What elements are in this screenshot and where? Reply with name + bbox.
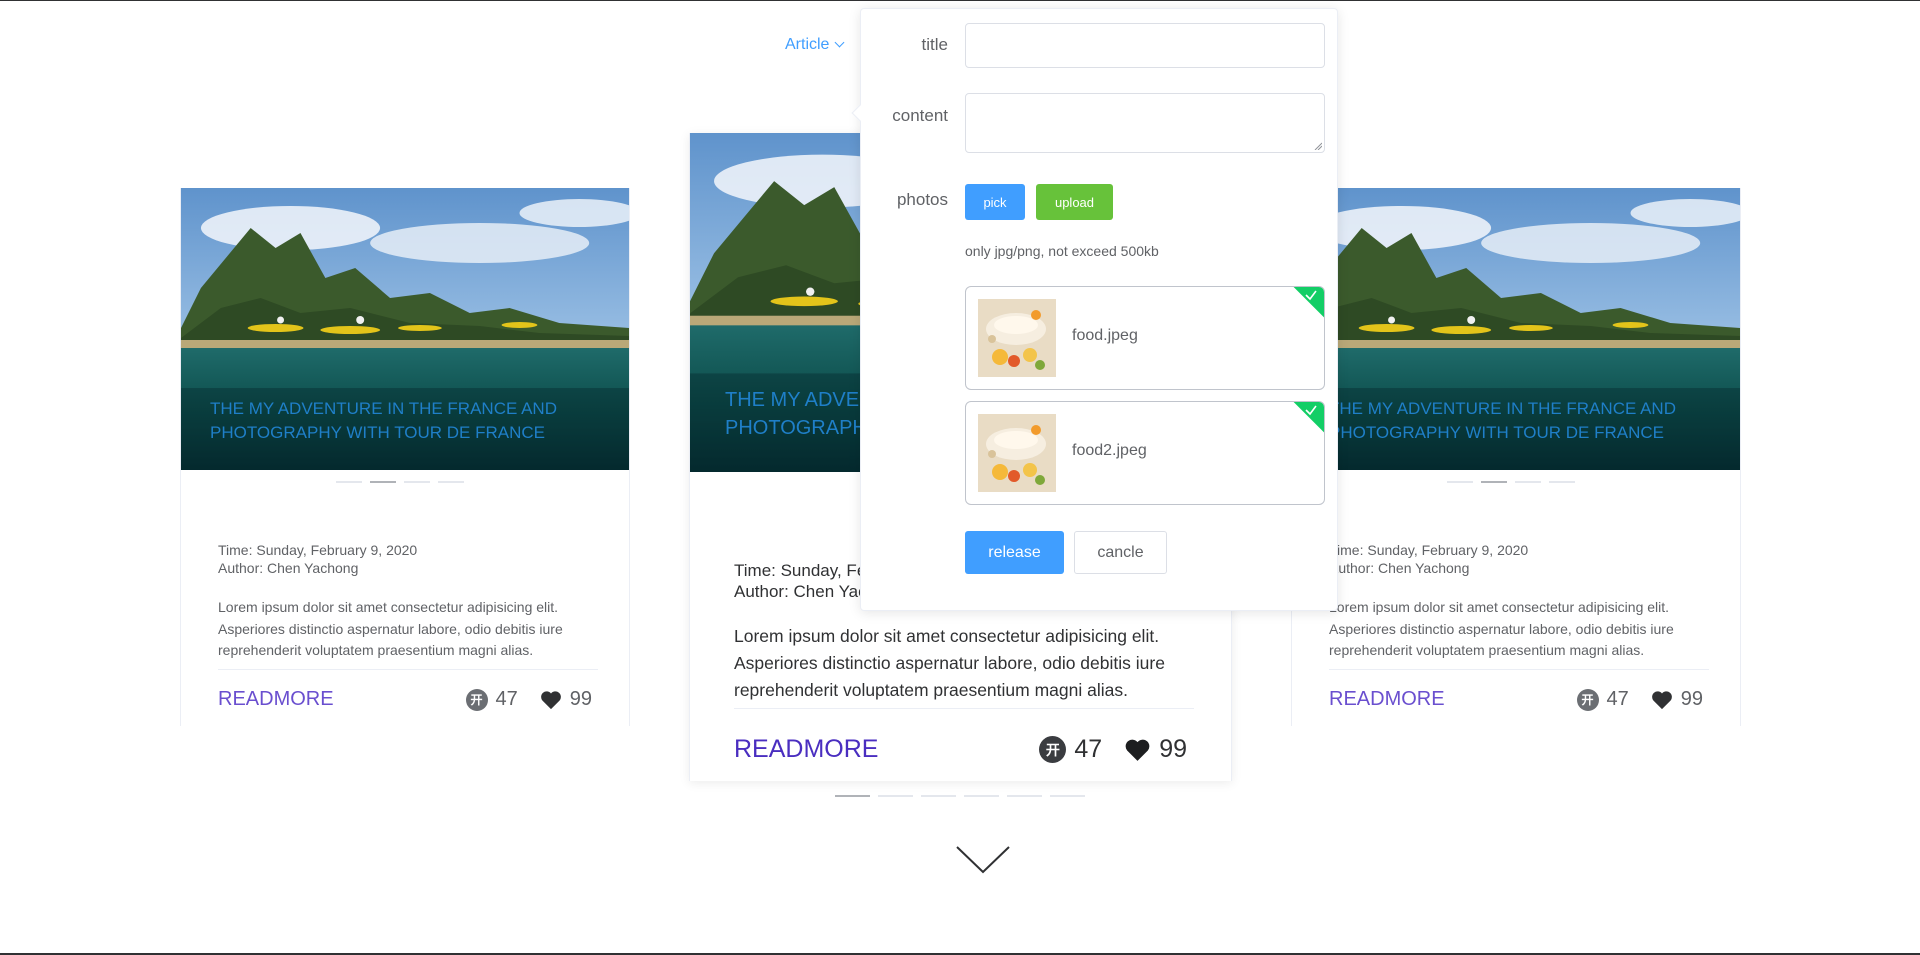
- resize-grip-icon[interactable]: [1314, 142, 1322, 150]
- file-name: food.jpeg: [1072, 327, 1138, 344]
- card-time: Time: Sunday, February 9, 2020: [1329, 542, 1529, 558]
- card-description: Lorem ipsum dolor sit amet consectetur a…: [218, 597, 598, 671]
- article-menu[interactable]: Article: [785, 36, 845, 54]
- top-border: [0, 0, 1920, 1]
- card-meta: Time: Sunday, February 9, 2020 Author: C…: [218, 542, 417, 577]
- indicator[interactable]: [438, 481, 464, 483]
- carousel-pagination[interactable]: [835, 795, 1085, 797]
- coin-stat[interactable]: 开 47: [1576, 688, 1629, 711]
- page-indicator[interactable]: [878, 795, 913, 797]
- carousel-indicators[interactable]: [336, 481, 464, 483]
- upload-button[interactable]: upload: [1036, 184, 1113, 220]
- popover-arrow: [851, 104, 869, 122]
- chevron-down-icon: [835, 37, 845, 48]
- coin-icon: 开: [465, 688, 488, 711]
- card-stats: 开 47 99: [1576, 688, 1703, 711]
- indicator[interactable]: [336, 481, 362, 483]
- coin-icon: 开: [1039, 736, 1067, 763]
- card-description: Lorem ipsum dolor sit amet consectetur a…: [734, 623, 1194, 710]
- release-button[interactable]: release: [965, 531, 1064, 574]
- upload-file-item[interactable]: food.jpeg: [965, 286, 1325, 390]
- card-stats: 开 47 99: [1039, 735, 1187, 764]
- card-author: Author: Chen Yachong: [1329, 559, 1470, 576]
- coin-count: 47: [1074, 735, 1103, 763]
- like-stat[interactable]: 99: [1124, 735, 1187, 764]
- indicator[interactable]: [404, 481, 430, 483]
- release-article-popover: title content photos pick upload only jp…: [851, 8, 1338, 611]
- coin-stat[interactable]: 开 47: [465, 688, 518, 711]
- carousel-indicators[interactable]: [1447, 481, 1575, 483]
- photos-label: photos: [896, 190, 948, 209]
- file-name: food2.jpeg: [1072, 442, 1147, 459]
- article-menu-label: Article: [785, 36, 830, 53]
- page-indicator[interactable]: [1050, 795, 1085, 797]
- like-count: 99: [569, 688, 592, 710]
- pick-button[interactable]: pick: [965, 184, 1025, 220]
- page-indicator-active[interactable]: [835, 795, 870, 797]
- card-meta: Time: Sunday, February 9, 2020 Author: C…: [1329, 542, 1528, 577]
- heart-icon: [540, 690, 561, 709]
- card-time: Time: Sunday, February 9, 2020: [218, 542, 418, 558]
- card-description: Lorem ipsum dolor sit amet consectetur a…: [1329, 597, 1709, 671]
- page-indicator[interactable]: [921, 795, 956, 797]
- page-indicator[interactable]: [1007, 795, 1042, 797]
- indicator-active[interactable]: [370, 481, 396, 483]
- check-icon: [1305, 290, 1317, 301]
- coin-count: 47: [1606, 688, 1629, 710]
- heart-icon: [1125, 739, 1150, 761]
- like-stat[interactable]: 99: [1651, 688, 1703, 711]
- coin-stat[interactable]: 开 47: [1039, 735, 1102, 764]
- readmore-link[interactable]: READMORE: [734, 735, 878, 764]
- readmore-link[interactable]: READMORE: [218, 688, 334, 711]
- heart-icon: [1651, 690, 1672, 709]
- content-label: content: [892, 106, 948, 125]
- article-card-right: THE MY ADVENTURE IN THE FRANCE AND PHOTO…: [1291, 188, 1741, 726]
- content-textarea[interactable]: [965, 93, 1325, 153]
- title-input[interactable]: [965, 23, 1325, 68]
- indicator[interactable]: [1447, 481, 1473, 483]
- upload-hint: only jpg/png, not exceed 500kb: [965, 243, 1159, 259]
- coin-count: 47: [495, 688, 518, 710]
- card-stats: 开 47 99: [465, 688, 592, 711]
- article-card-left: THE MY ADVENTURE IN THE FRANCE AND PHOTO…: [180, 188, 630, 726]
- title-label: title: [921, 35, 948, 54]
- like-stat[interactable]: 99: [540, 688, 592, 711]
- coin-icon: 开: [1576, 688, 1599, 711]
- card-author: Author: Chen Yachong: [218, 559, 359, 576]
- card-title: THE MY ADVENTURE IN THE FRANCE AND PHOTO…: [1329, 399, 1676, 442]
- chevron-down-large-icon[interactable]: [955, 845, 1011, 875]
- indicator[interactable]: [1549, 481, 1575, 483]
- like-count: 99: [1159, 735, 1187, 763]
- readmore-link[interactable]: READMORE: [1329, 688, 1445, 711]
- cancel-button[interactable]: cancle: [1074, 531, 1167, 574]
- file-thumbnail: [978, 414, 1056, 492]
- like-count: 99: [1680, 688, 1703, 710]
- card-title: THE MY ADVENTURE IN THE FRANCE AND PHOTO…: [210, 399, 557, 442]
- file-thumbnail: [978, 299, 1056, 377]
- page-indicator[interactable]: [964, 795, 999, 797]
- indicator-active[interactable]: [1481, 481, 1507, 483]
- upload-file-item[interactable]: food2.jpeg: [965, 401, 1325, 505]
- check-icon: [1305, 405, 1317, 416]
- indicator[interactable]: [1515, 481, 1541, 483]
